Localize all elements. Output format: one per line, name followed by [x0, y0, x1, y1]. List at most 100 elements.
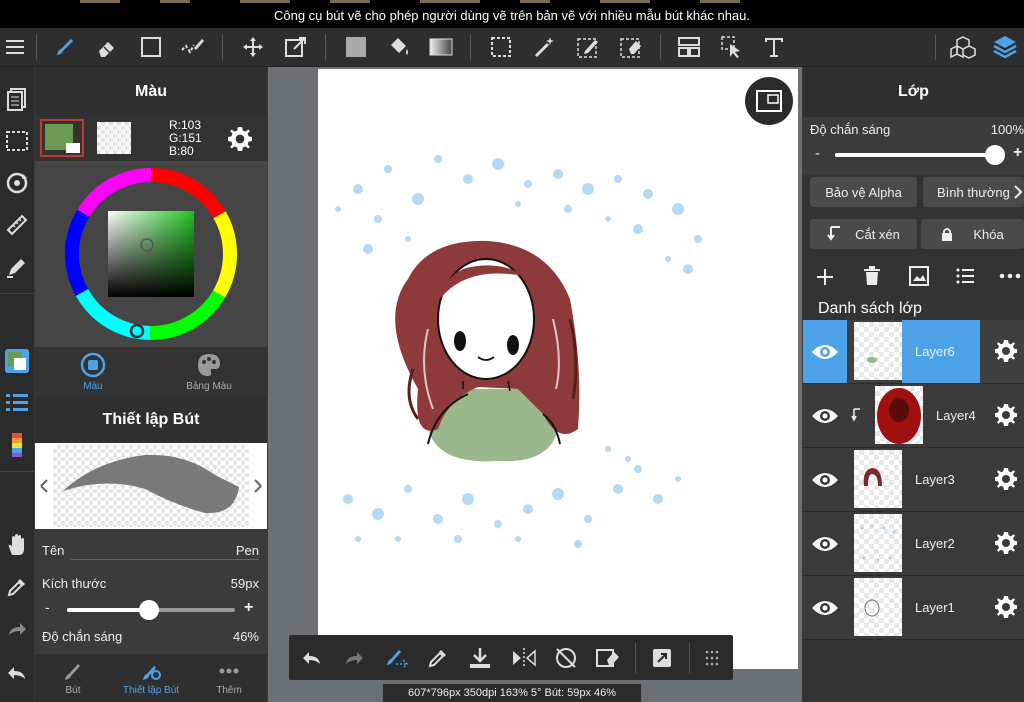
- layer-list-title: Danh sách lớp: [818, 300, 922, 317]
- pen-lasso-icon[interactable]: [178, 32, 208, 62]
- layer-opacity-plus[interactable]: +: [1013, 144, 1022, 162]
- text-icon[interactable]: [759, 32, 789, 62]
- layout-icon[interactable]: [674, 32, 704, 62]
- tab-brush-settings[interactable]: Thiết lập Bút: [111, 654, 191, 702]
- layer-name: Layer6: [915, 344, 955, 359]
- filter-pen-icon[interactable]: [0, 251, 34, 283]
- canvas-status-bar: 607*796px 350dpi 163% 5° Bút: 59px 46%: [383, 684, 641, 702]
- blend-mode-button[interactable]: Bình thường: [923, 177, 1024, 207]
- brush-panel-tabs: Bút Thiết lập Bút Thêm: [35, 654, 267, 702]
- layer-name: Layer2: [915, 536, 955, 551]
- layer-row-layer1[interactable]: Layer1: [803, 576, 1024, 640]
- operation-icon[interactable]: [717, 32, 747, 62]
- redo-icon[interactable]: [339, 643, 369, 673]
- left-icon-strip: [0, 67, 34, 702]
- gradient-icon[interactable]: [426, 32, 456, 62]
- drawing-canvas[interactable]: [318, 69, 798, 669]
- erase-canvas-icon[interactable]: [593, 643, 623, 673]
- layer-opacity-minus[interactable]: -: [815, 145, 820, 162]
- visibility-eye-icon[interactable]: [803, 320, 847, 383]
- main-color-swatch[interactable]: [40, 119, 84, 157]
- layer-settings-gear-icon[interactable]: [992, 401, 1020, 429]
- rotate-canvas-icon[interactable]: [0, 167, 34, 199]
- layer-row-layer3[interactable]: Layer3: [803, 448, 1024, 512]
- layer-row-layer2[interactable]: Layer2: [803, 512, 1024, 576]
- redo-icon[interactable]: [0, 613, 34, 645]
- layer-row-layer4[interactable]: Layer4: [803, 384, 1024, 448]
- girl-drawing: [395, 240, 580, 462]
- layer-settings-gear-icon[interactable]: [992, 529, 1020, 557]
- brush-settings-panel: Thiết lập Bút Tên Pen Kích thước 59px - …: [35, 397, 267, 702]
- lock-button[interactable]: Khóa: [921, 219, 1024, 249]
- trash-icon[interactable]: [863, 266, 881, 291]
- layer-settings-gear-icon[interactable]: [992, 465, 1020, 493]
- clipping-button[interactable]: Cắt xén: [810, 219, 917, 249]
- brush-next-arrow[interactable]: [249, 473, 267, 499]
- brush-preview: [35, 443, 267, 529]
- rotate-reset-icon[interactable]: [551, 643, 581, 673]
- layers-icon[interactable]: [990, 32, 1020, 62]
- visibility-eye-icon[interactable]: [803, 384, 847, 447]
- magic-wand-icon[interactable]: [530, 32, 560, 62]
- sub-color-swatch[interactable]: [97, 122, 131, 154]
- download-icon[interactable]: [465, 643, 495, 673]
- add-layer-icon[interactable]: [815, 267, 835, 292]
- square-select-icon[interactable]: [136, 32, 166, 62]
- pen-tool-icon[interactable]: [50, 32, 80, 62]
- tab-more[interactable]: Thêm: [191, 654, 267, 702]
- canvas-mode-toggle[interactable]: [745, 77, 793, 125]
- fill-color-icon[interactable]: [341, 32, 371, 62]
- alpha-protect-button[interactable]: Bảo vệ Alpha: [810, 177, 917, 207]
- bucket-icon[interactable]: [384, 32, 414, 62]
- gallery-icon[interactable]: [0, 83, 34, 115]
- move-icon[interactable]: [238, 32, 268, 62]
- menu-icon[interactable]: [0, 32, 30, 62]
- brush-name-value[interactable]: Pen: [236, 543, 259, 558]
- tab-palette[interactable]: Bảng Màu: [151, 347, 267, 397]
- eyedropper-icon[interactable]: [0, 571, 34, 603]
- select-pen-icon[interactable]: [573, 32, 603, 62]
- brush-size-slider[interactable]: [67, 600, 235, 620]
- color-settings-gear-icon[interactable]: [227, 126, 253, 157]
- eraser-icon[interactable]: [92, 32, 122, 62]
- brush-list-icon[interactable]: [0, 387, 34, 419]
- flip-icon[interactable]: [509, 643, 539, 673]
- layer-list-icon[interactable]: [955, 267, 975, 290]
- brush-select-icon[interactable]: [381, 643, 411, 673]
- layer-settings-gear-icon[interactable]: [992, 337, 1020, 365]
- visibility-eye-icon[interactable]: [803, 448, 847, 511]
- tab-brush[interactable]: Bút: [35, 654, 111, 702]
- layer-opacity-slider[interactable]: [835, 145, 1005, 165]
- ruler-icon[interactable]: [0, 209, 34, 241]
- brush-prev-arrow[interactable]: [35, 473, 53, 499]
- color-wheel[interactable]: [35, 161, 267, 347]
- selection-layer-icon[interactable]: [0, 125, 34, 157]
- layer-row-layer6[interactable]: Layer6: [803, 320, 1024, 384]
- 3d-icon[interactable]: [948, 32, 978, 62]
- undo-icon[interactable]: [0, 657, 34, 689]
- layer-image-icon[interactable]: [909, 266, 929, 291]
- transform-icon[interactable]: [281, 32, 311, 62]
- brush-size-slider-knob[interactable]: [139, 600, 160, 620]
- undo-icon[interactable]: [297, 643, 327, 673]
- brush-size-minus[interactable]: -: [45, 599, 50, 615]
- brush-size-plus[interactable]: +: [244, 599, 253, 617]
- select-eraser-icon[interactable]: [616, 32, 646, 62]
- eyedropper-icon[interactable]: [423, 643, 453, 673]
- color-swatch-icon[interactable]: [0, 345, 34, 377]
- palette-bar-icon[interactable]: [0, 429, 34, 461]
- tool-description: Công cụ bút vẽ cho phép người dùng vẽ tr…: [273, 8, 750, 23]
- layer-panel-title: Lớp: [803, 67, 1024, 117]
- visibility-eye-icon[interactable]: [803, 512, 847, 575]
- visibility-eye-icon[interactable]: [803, 576, 847, 639]
- share-icon[interactable]: [647, 643, 677, 673]
- top-message-bar: Công cụ bút vẽ cho phép người dùng vẽ tr…: [0, 0, 1024, 28]
- hand-tool-icon[interactable]: [0, 529, 34, 561]
- select-icon[interactable]: [486, 32, 516, 62]
- layer-settings-gear-icon[interactable]: [992, 593, 1020, 621]
- canvas-bottom-toolbar: [289, 635, 733, 680]
- tab-color[interactable]: Màu: [35, 347, 151, 397]
- grid-menu-icon[interactable]: [697, 643, 727, 673]
- more-icon[interactable]: [999, 267, 1021, 290]
- layer-opacity-slider-knob[interactable]: [985, 145, 1005, 165]
